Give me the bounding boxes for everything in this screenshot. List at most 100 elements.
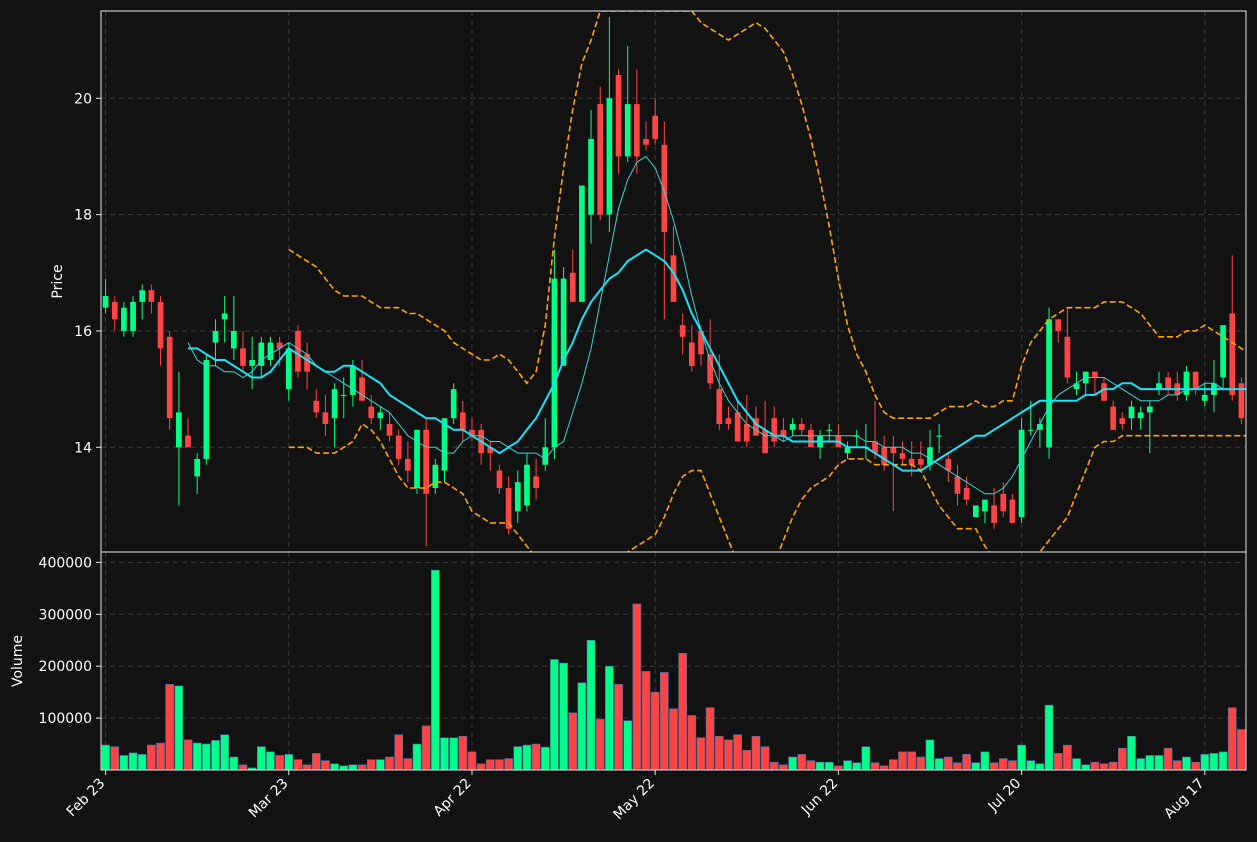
candle-body (185, 435, 191, 448)
candle-body (102, 296, 109, 308)
candle-body (295, 330, 301, 372)
candle-body (1229, 313, 1236, 395)
volume-bar (980, 751, 990, 770)
volume-bar (733, 734, 742, 770)
volume-bar (1136, 758, 1145, 770)
volume-bars (101, 569, 1246, 770)
price-tick-label: 16 (74, 324, 92, 340)
volume-bar (449, 737, 458, 770)
price-axis-label: Price (50, 264, 66, 298)
candle-body (111, 301, 118, 320)
volume-bar (156, 742, 165, 770)
volume-bar (907, 751, 916, 770)
candle-body (936, 435, 942, 437)
candle-body (588, 138, 594, 215)
volume-bar (577, 682, 587, 770)
candle-body (514, 482, 521, 512)
volume-bar (147, 744, 156, 770)
volume-bar (586, 639, 596, 770)
volume-bar (797, 754, 807, 770)
volume-bar (1108, 761, 1118, 770)
volume-tick-label: 300000 (39, 607, 92, 623)
volume-bar (256, 746, 266, 770)
candle-body (771, 418, 778, 442)
volume-bar (650, 691, 660, 770)
volume-bar (192, 742, 202, 770)
candle-body (579, 185, 585, 302)
candle-body (1192, 371, 1199, 390)
x-tick-label: Mar 23 (246, 776, 292, 822)
volume-bar (284, 754, 294, 770)
volume-bar (943, 756, 953, 770)
volume-bar (376, 759, 385, 770)
volume-bar (137, 754, 147, 770)
volume-bar (238, 764, 248, 770)
volume-bar (458, 735, 468, 770)
volume-bar (1053, 753, 1063, 770)
candle-body (130, 301, 136, 331)
volume-bar (330, 763, 339, 770)
candle-body (395, 435, 402, 459)
volume-bar (1163, 747, 1173, 770)
x-tick-label: Aug 17 (1161, 776, 1207, 822)
volume-bar (934, 758, 944, 770)
candle-body (972, 505, 979, 518)
candle-body (1137, 412, 1144, 419)
volume-bar (998, 758, 1008, 770)
candle-body (606, 98, 613, 215)
volume-tick-label: 400000 (39, 555, 92, 571)
candle-body (496, 470, 503, 489)
price-chart: 14 16 18 20 100000 200000 300000 400000 Feb 23 Ma… (10, 10, 1247, 823)
candle-body (1146, 406, 1153, 413)
volume-bar (119, 755, 129, 770)
candle-body (121, 307, 127, 331)
volume-bar (1191, 761, 1200, 770)
candle-body (240, 348, 246, 366)
candle-body (560, 278, 567, 366)
volume-bar (1072, 758, 1081, 770)
candle-body (194, 458, 201, 477)
candle-body (524, 464, 530, 506)
x-tick-label: Jul 20 (985, 776, 1025, 816)
candle-body (634, 104, 640, 157)
candle-body (331, 389, 338, 419)
candle-body (899, 453, 906, 459)
x-tick-label: Jun 22 (798, 776, 841, 819)
volume-bar (183, 739, 193, 770)
candle-body (716, 389, 723, 425)
volume-bar (275, 755, 284, 770)
volume-bar (714, 735, 724, 770)
volume-bar (1081, 764, 1091, 770)
volume-tick-label: 100000 (39, 711, 92, 727)
volume-bar (1090, 761, 1100, 770)
volume-bar (485, 759, 495, 770)
volume-bar (1008, 760, 1017, 770)
candle-body (313, 400, 320, 413)
volume-bar (1172, 760, 1182, 770)
candle-body (1092, 371, 1098, 378)
x-tick-label: Feb 23 (64, 776, 109, 821)
volume-bar (1182, 756, 1191, 770)
volume-bar (879, 765, 889, 770)
candle-body (1183, 371, 1190, 395)
volume-bar (339, 765, 349, 770)
candle-body (1165, 377, 1171, 390)
candle-body (359, 377, 365, 401)
volume-bar (843, 760, 852, 770)
volume-bar (687, 715, 697, 770)
price-tick-label: 18 (74, 208, 92, 224)
candle-body (679, 325, 686, 337)
volume-bar (889, 759, 898, 770)
volume-bar (1209, 753, 1219, 770)
candle-body (569, 272, 576, 302)
volume-bar (440, 737, 449, 770)
x-tick-label: Apr 22 (431, 776, 475, 820)
volume-bar (513, 746, 523, 770)
volume-bar (302, 764, 312, 770)
volume-bar (806, 760, 816, 770)
volume-bar (1044, 704, 1054, 770)
volume-bar (174, 685, 184, 770)
volume-bar (696, 737, 706, 770)
candle-body (917, 458, 924, 465)
candle-body (551, 278, 558, 448)
